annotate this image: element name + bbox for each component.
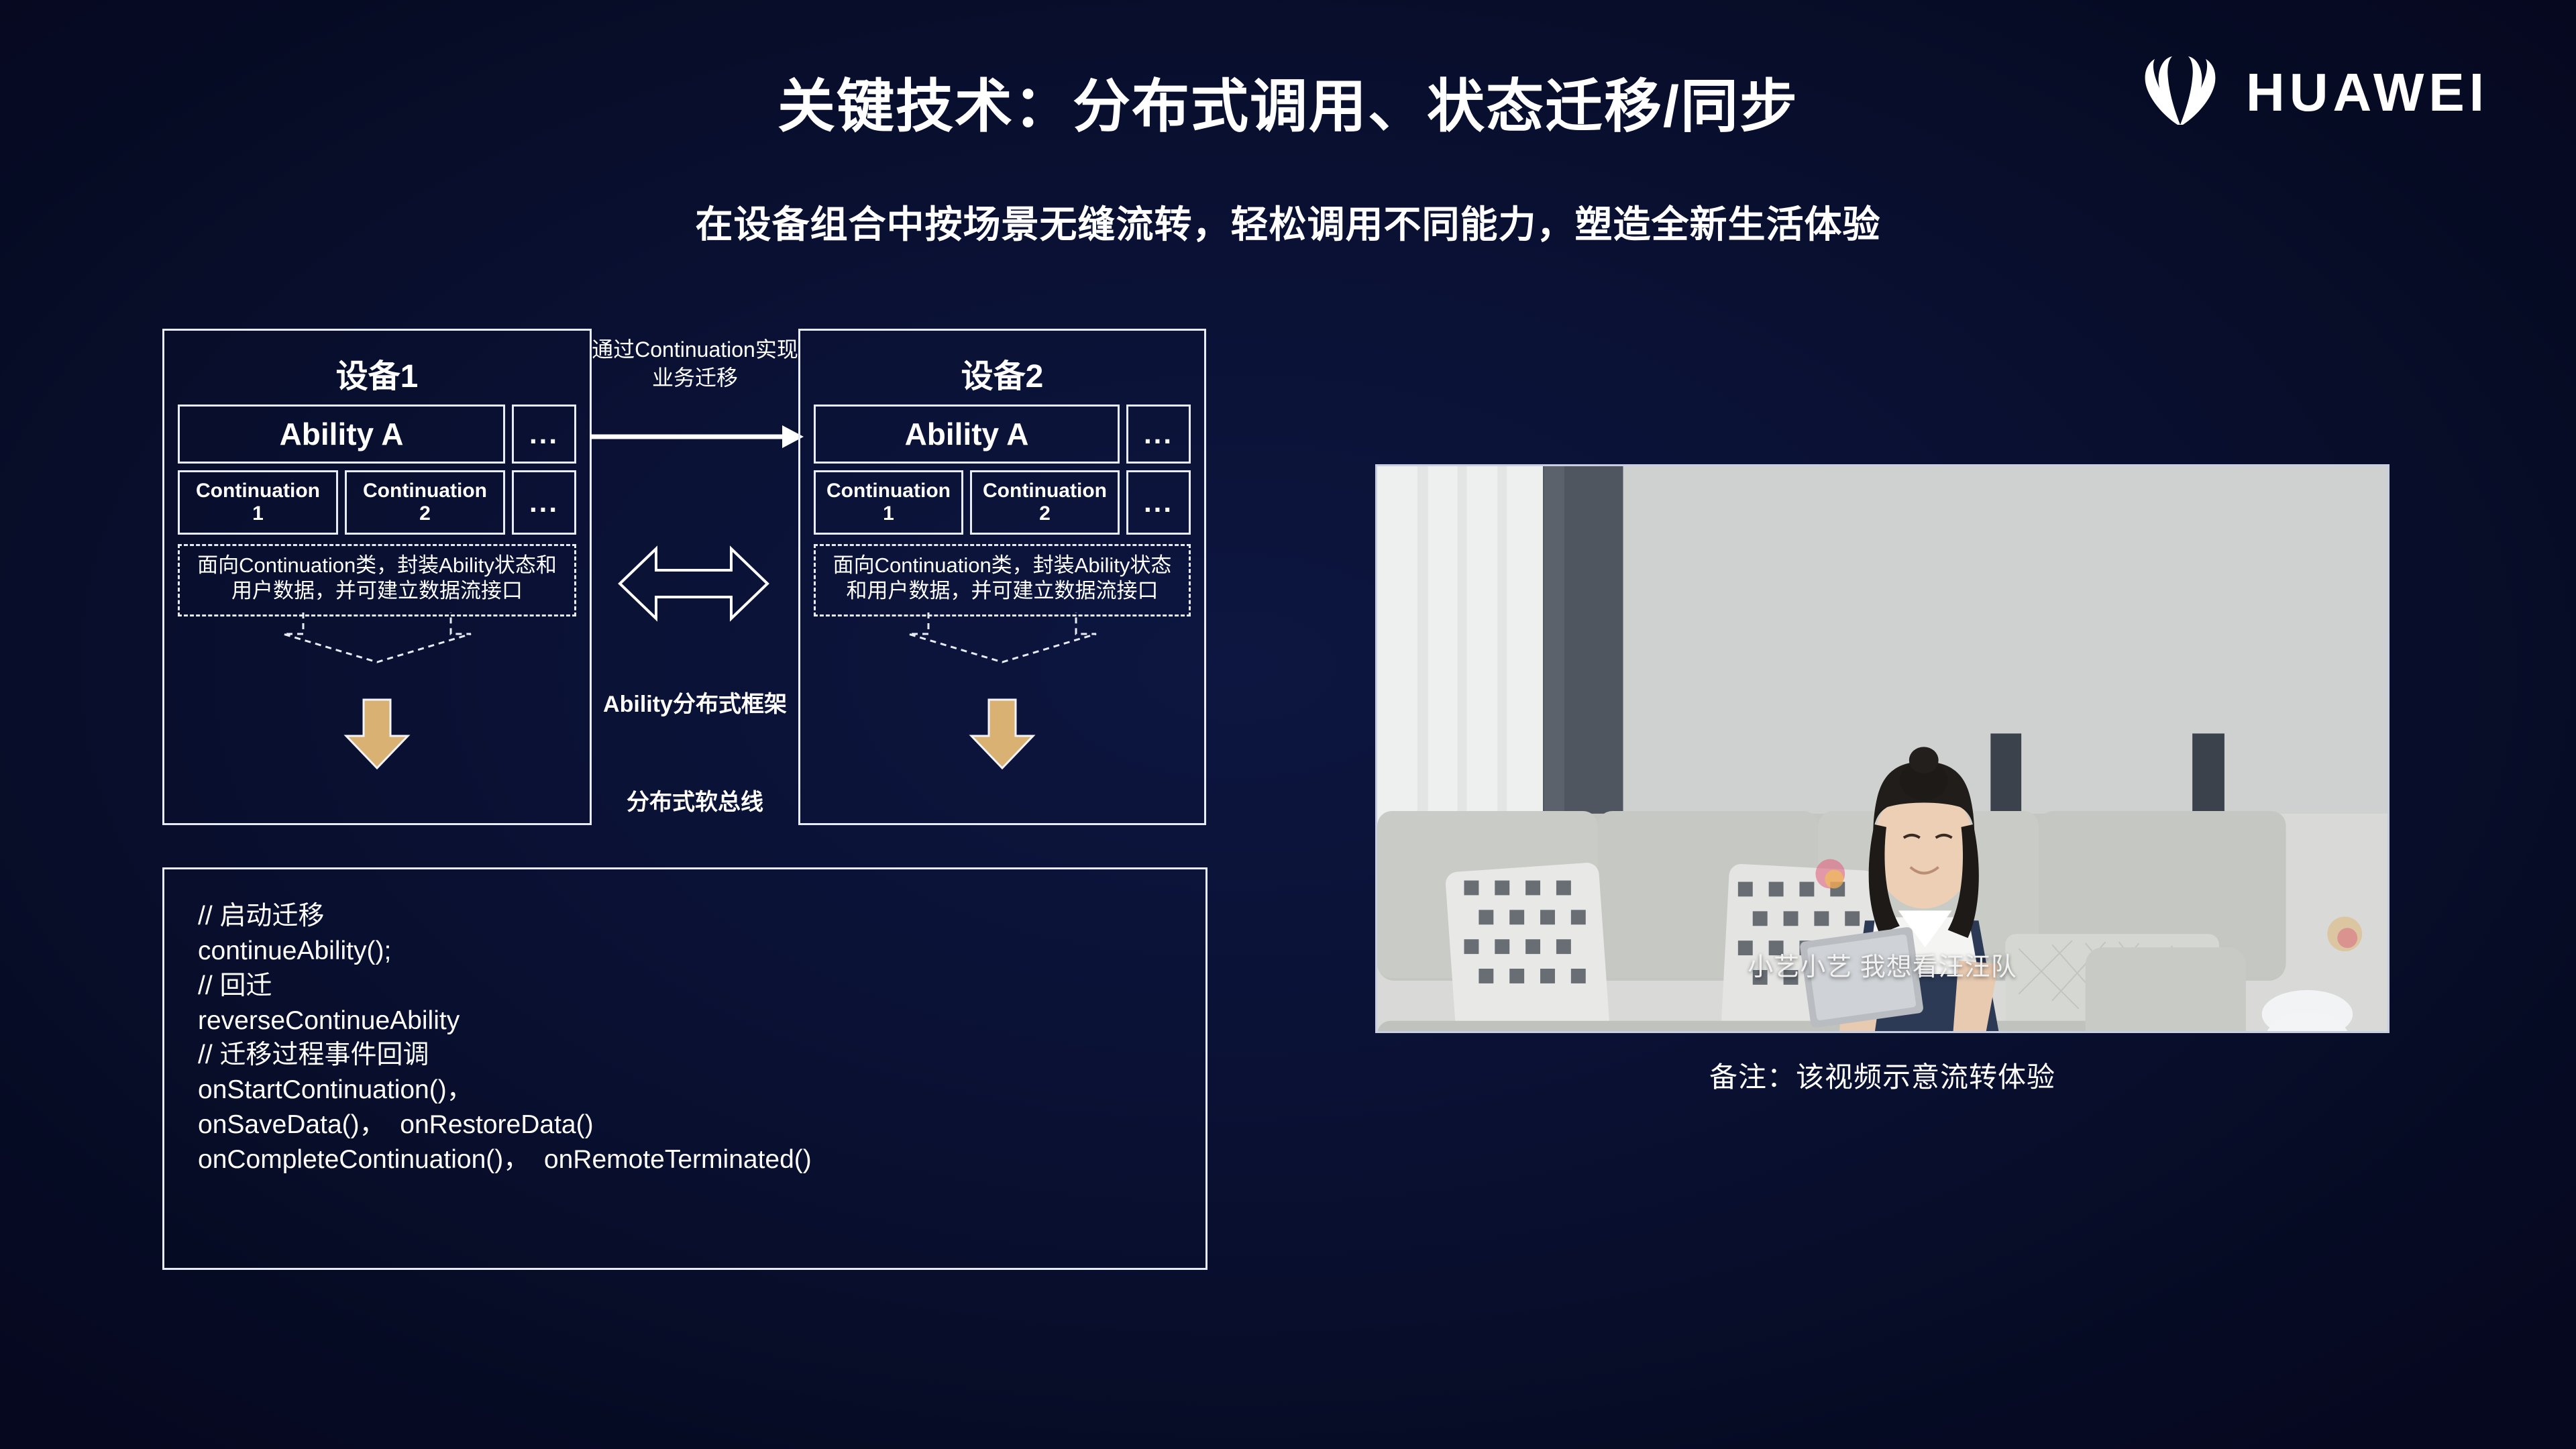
slide-root: 关键技术：分布式调用、状态迁移/同步 在设备组合中按场景无缝流转，轻松调用不同能… bbox=[0, 0, 2576, 1449]
device1-ability-a: Ability A bbox=[178, 405, 505, 464]
soft-bus-label: 分布式软总线 bbox=[627, 790, 763, 815]
code-line: continueAbility(); bbox=[198, 936, 392, 965]
code-line: onCompleteContinuation()， onRemoteTermin… bbox=[198, 1145, 812, 1175]
video-note: 备注：该视频示意流转体验 bbox=[1709, 1061, 2055, 1093]
code-block: // 启动迁移 continueAbility(); // 回迁 reverse… bbox=[162, 867, 1208, 1270]
device2-ability-a: Ability A bbox=[814, 405, 1120, 464]
device1-continuation-more-icon: ... bbox=[512, 470, 576, 535]
device2-continuation-row: Continuation 1 Continuation 2 ... bbox=[814, 470, 1191, 535]
device2-continuation-1: Continuation 1 bbox=[814, 470, 963, 535]
continuation-label: Continuation bbox=[983, 480, 1107, 502]
code-line: onSaveData()， onRestoreData() bbox=[198, 1110, 594, 1140]
brand-name: HUAWEI bbox=[2246, 62, 2489, 122]
device2-note: 面向Continuation类，封装Ability状态和用户数据，并可建立数据流… bbox=[814, 544, 1191, 616]
continuation-label: Continuation bbox=[826, 480, 951, 502]
device1-continuation-2: Continuation 2 bbox=[345, 470, 505, 535]
device2-gold-down-arrow-icon bbox=[969, 698, 1036, 770]
device2-ability-row: Ability A ... bbox=[814, 405, 1191, 464]
huawei-logo: HUAWEI bbox=[2137, 55, 2489, 130]
device2-title: 设备2 bbox=[961, 359, 1044, 394]
device2-continuation-2: Continuation 2 bbox=[970, 470, 1120, 535]
device1-gold-down-arrow-icon bbox=[343, 698, 411, 770]
device1-ability-more-icon: ... bbox=[512, 405, 576, 464]
code-line: // 回迁 bbox=[198, 971, 272, 1000]
device1-box: 设备1 Ability A ... Continuation 1 Continu… bbox=[162, 329, 592, 825]
code-line: onStartContinuation()， bbox=[198, 1075, 473, 1105]
device1-title: 设备1 bbox=[335, 359, 419, 394]
code-line: // 迁移过程事件回调 bbox=[198, 1040, 429, 1070]
device2-ability-more-icon: ... bbox=[1126, 405, 1191, 464]
continuation-index: 2 bbox=[419, 502, 431, 525]
device2-continuation-more-icon: ... bbox=[1126, 470, 1191, 535]
code-line: // 启动迁移 bbox=[198, 902, 325, 930]
continuation-index: 1 bbox=[883, 502, 894, 525]
continuation-index: 2 bbox=[1039, 502, 1051, 525]
continuation-index: 1 bbox=[252, 502, 264, 525]
continuation-transfer-label: 通过Continuation实现业务迁移 bbox=[592, 337, 798, 390]
device1-continuation-row: Continuation 1 Continuation 2 ... bbox=[178, 470, 576, 535]
video-player[interactable]: 小艺小艺 我想看汪汪队 bbox=[1375, 464, 2390, 1033]
transfer-right-arrow-icon bbox=[590, 425, 804, 448]
device1-ability-row: Ability A ... bbox=[178, 405, 576, 464]
continuation-label: Continuation bbox=[196, 480, 320, 502]
huawei-flower-icon bbox=[2145, 56, 2216, 125]
device2-box: 设备2 Ability A ... Continuation 1 Continu… bbox=[798, 329, 1206, 825]
page-subtitle: 在设备组合中按场景无缝流转，轻松调用不同能力，塑造全新生活体验 bbox=[695, 203, 1881, 246]
continuation-label: Continuation bbox=[363, 480, 487, 502]
bidirectional-arrow-icon bbox=[618, 545, 769, 622]
device1-note-wrap: 面向Continuation类，封装Ability状态和用户数据，并可建立数据流… bbox=[178, 544, 576, 663]
device1-dashed-down-arrow-icon bbox=[282, 612, 472, 663]
device2-note-wrap: 面向Continuation类，封装Ability状态和用户数据，并可建立数据流… bbox=[814, 544, 1191, 663]
code-line: reverseContinueAbility bbox=[198, 1006, 460, 1035]
video-subtitle: 小艺小艺 我想看汪汪队 bbox=[1748, 953, 2017, 981]
device1-continuation-1: Continuation 1 bbox=[178, 470, 338, 535]
device2-dashed-down-arrow-icon bbox=[908, 612, 1097, 663]
device1-note: 面向Continuation类，封装Ability状态和用户数据，并可建立数据流… bbox=[178, 544, 576, 616]
ability-framework-label: Ability分布式框架 bbox=[603, 692, 787, 717]
